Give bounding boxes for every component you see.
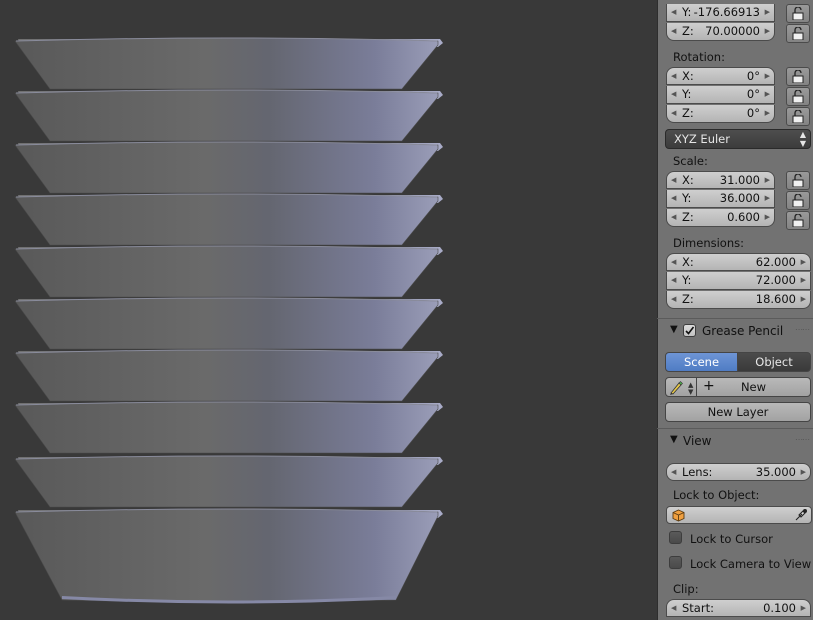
grease-pencil-title: Grease Pencil [702,324,784,338]
mesh-ring [14,508,443,603]
mesh-ring [14,455,443,508]
mesh-ring [14,37,443,90]
mesh-ring [14,245,443,298]
mesh-ring [14,349,443,402]
lock-icon [792,110,804,123]
object-cube-icon [672,509,685,522]
pencil-icon: ▲ ▼ [670,381,694,395]
lens-field[interactable]: ◀ Lens: 35.000 ▶ [666,463,811,481]
mesh-ring [14,193,443,246]
mesh-ring [14,297,443,350]
grease-pencil-datablock-browse[interactable]: ▲ ▼ [665,377,697,397]
rotation-x-lock-toggle[interactable] [786,67,810,86]
rotation-x-field[interactable]: ◀ X: 0° ▶ [666,67,775,85]
dropdown-arrows-icon: ▲ ▼ [799,130,806,148]
location-z-lock-toggle[interactable] [786,24,810,43]
location-z-field[interactable]: ◀ Z: 70.00000 ▶ [666,23,775,41]
tab-scene[interactable]: Scene [665,352,738,372]
3d-viewport[interactable] [0,0,657,620]
lock-icon [792,174,804,187]
rotation-y-lock-toggle[interactable] [786,87,810,106]
collapse-triangle-icon: ▼ [670,434,678,445]
location-y-lock-toggle[interactable] [786,4,810,23]
scale-x-lock-toggle[interactable] [786,171,810,190]
lock-icon [792,194,804,207]
eyedropper-icon[interactable] [794,508,808,522]
location-y-field[interactable]: ◀ Y: -176.66913 ▶ [666,4,775,22]
lock-to-object-label: Lock to Object: [673,488,760,502]
panel-separator [657,428,813,429]
rotation-label: Rotation: [673,50,725,64]
drag-grip-icon[interactable]: ⋯⋯ [795,435,810,444]
dimensions-label: Dimensions: [673,236,744,250]
lock-icon [792,214,804,227]
lock-camera-to-view-label: Lock Camera to View [690,557,812,571]
scale-z-lock-toggle[interactable] [786,211,810,230]
grease-pencil-header[interactable]: ▼ Grease Pencil ⋯⋯ [657,321,813,343]
scale-label: Scale: [673,154,708,168]
scale-x-field[interactable]: ◀ X: 31.000 ▶ [666,171,775,189]
lock-to-cursor-label: Lock to Cursor [690,532,773,546]
mesh-ring [14,89,443,142]
mesh-ring [14,141,443,194]
tab-object[interactable]: Object [737,352,811,372]
dimensions-x-field[interactable]: ◀ X: 62.000 ▶ [666,253,811,271]
lock-icon [792,90,804,103]
new-layer-button[interactable]: New Layer [665,402,811,422]
plus-icon: + [703,378,715,394]
drag-grip-icon[interactable]: ⋯⋯ [795,325,810,334]
dimensions-y-field[interactable]: ◀ Y: 72.000 ▶ [666,272,811,290]
new-grease-pencil-button[interactable]: + New [696,377,811,397]
clip-start-field[interactable]: ◀ Start: 0.100 ▶ [666,599,811,617]
rotation-y-field[interactable]: ◀ Y: 0° ▶ [666,86,775,104]
rotation-z-field[interactable]: ◀ Z: 0° ▶ [666,105,775,123]
rotation-mode-dropdown[interactable]: XYZ Euler ▲ ▼ [665,129,811,149]
rotation-z-lock-toggle[interactable] [786,107,810,126]
collapse-triangle-icon: ▼ [670,324,678,335]
clip-label: Clip: [673,582,699,596]
dimensions-z-field[interactable]: ◀ Z: 18.600 ▶ [666,291,811,309]
lock-icon [792,27,804,40]
mesh-ring [14,401,443,454]
view-header[interactable]: ▼ View ⋯⋯ [657,431,813,453]
scale-y-lock-toggle[interactable] [786,191,810,210]
lock-icon [792,70,804,83]
lock-to-cursor-checkbox[interactable] [669,531,682,544]
lock-icon [792,7,804,20]
stacked-rings-mesh [14,37,443,604]
scale-z-field[interactable]: ◀ Z: 0.600 ▶ [666,209,775,227]
lock-to-object-field[interactable] [666,506,812,524]
scale-y-field[interactable]: ◀ Y: 36.000 ▶ [666,190,775,208]
view-title: View [683,434,712,448]
panel-separator [657,318,813,319]
checkmark-icon [685,326,695,335]
svg-text:▼: ▼ [688,388,694,395]
lock-camera-to-view-checkbox[interactable] [669,556,682,569]
grease-pencil-checkbox[interactable] [683,324,696,337]
